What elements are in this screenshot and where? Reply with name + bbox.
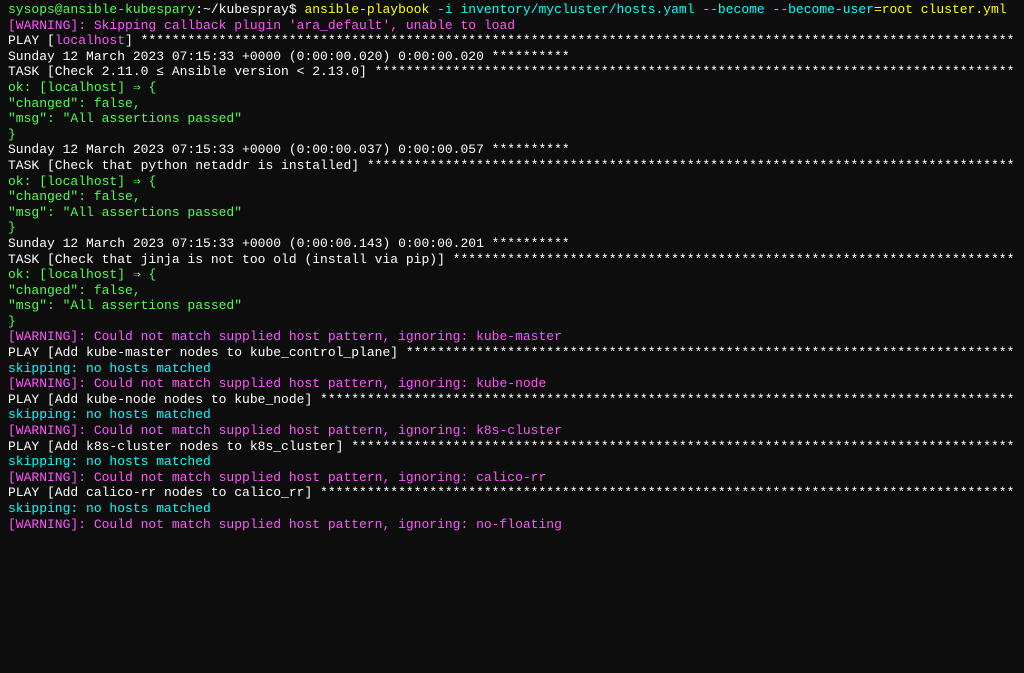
warning-calico: [WARNING]: Could not match supplied host… xyxy=(8,470,1016,486)
prompt-args-end: =root cluster.yml xyxy=(874,2,1007,17)
prompt-path: :~/kubespray$ xyxy=(195,2,304,17)
play-kubemaster: PLAY [Add kube-master nodes to kube_cont… xyxy=(8,345,1016,361)
skipping-line: skipping: no hosts matched xyxy=(8,361,1016,377)
prompt-args: -i inventory/mycluster/hosts.yaml --beco… xyxy=(437,2,874,17)
changed-false: "changed": false, xyxy=(8,283,1016,299)
prompt-cmd: ansible-playbook xyxy=(304,2,437,17)
task-2: TASK [Check that python netaddr is insta… xyxy=(8,158,1016,174)
skipping-line: skipping: no hosts matched xyxy=(8,501,1016,517)
msg-passed: "msg": "All assertions passed" xyxy=(8,205,1016,221)
play-kubenode: PLAY [Add kube-node nodes to kube_node] … xyxy=(8,392,1016,408)
play-prefix: PLAY [ xyxy=(8,33,55,48)
changed-false: "changed": false, xyxy=(8,96,1016,112)
warning-ara: [WARNING]: Skipping callback plugin 'ara… xyxy=(8,18,1016,34)
close-brace: } xyxy=(8,314,1016,330)
timestamp-2: Sunday 12 March 2023 07:15:33 +0000 (0:0… xyxy=(8,142,1016,158)
warning-nofloat: [WARNING]: Could not match supplied host… xyxy=(8,517,1016,533)
prompt-line: sysops@ansible-kubespary:~/kubespray$ an… xyxy=(8,2,1016,18)
play-calico: PLAY [Add calico-rr nodes to calico_rr] … xyxy=(8,485,1016,501)
play-k8s: PLAY [Add k8s-cluster nodes to k8s_clust… xyxy=(8,439,1016,455)
task-1: TASK [Check 2.11.0 ≤ Ansible version < 2… xyxy=(8,64,1016,80)
ok-line: ok: [localhost] ⇒ { xyxy=(8,80,1016,96)
msg-passed: "msg": "All assertions passed" xyxy=(8,298,1016,314)
ok-line: ok: [localhost] ⇒ { xyxy=(8,267,1016,283)
warning-kubenode: [WARNING]: Could not match supplied host… xyxy=(8,376,1016,392)
play-suffix: ] **************************************… xyxy=(125,33,1016,48)
warning-kubemaster: [WARNING]: Could not match supplied host… xyxy=(8,329,1016,345)
ok-line: ok: [localhost] ⇒ { xyxy=(8,174,1016,190)
play-localhost: PLAY [localhost] ***********************… xyxy=(8,33,1016,49)
skipping-line: skipping: no hosts matched xyxy=(8,454,1016,470)
prompt-user-host: sysops@ansible-kubespary xyxy=(8,2,195,17)
timestamp-3: Sunday 12 March 2023 07:15:33 +0000 (0:0… xyxy=(8,236,1016,252)
changed-false: "changed": false, xyxy=(8,189,1016,205)
msg-passed: "msg": "All assertions passed" xyxy=(8,111,1016,127)
warning-k8s: [WARNING]: Could not match supplied host… xyxy=(8,423,1016,439)
close-brace: } xyxy=(8,127,1016,143)
skipping-line: skipping: no hosts matched xyxy=(8,407,1016,423)
timestamp-1: Sunday 12 March 2023 07:15:33 +0000 (0:0… xyxy=(8,49,1016,65)
close-brace: } xyxy=(8,220,1016,236)
play-host: localhost xyxy=(55,33,125,48)
task-3: TASK [Check that jinja is not too old (i… xyxy=(8,252,1016,268)
